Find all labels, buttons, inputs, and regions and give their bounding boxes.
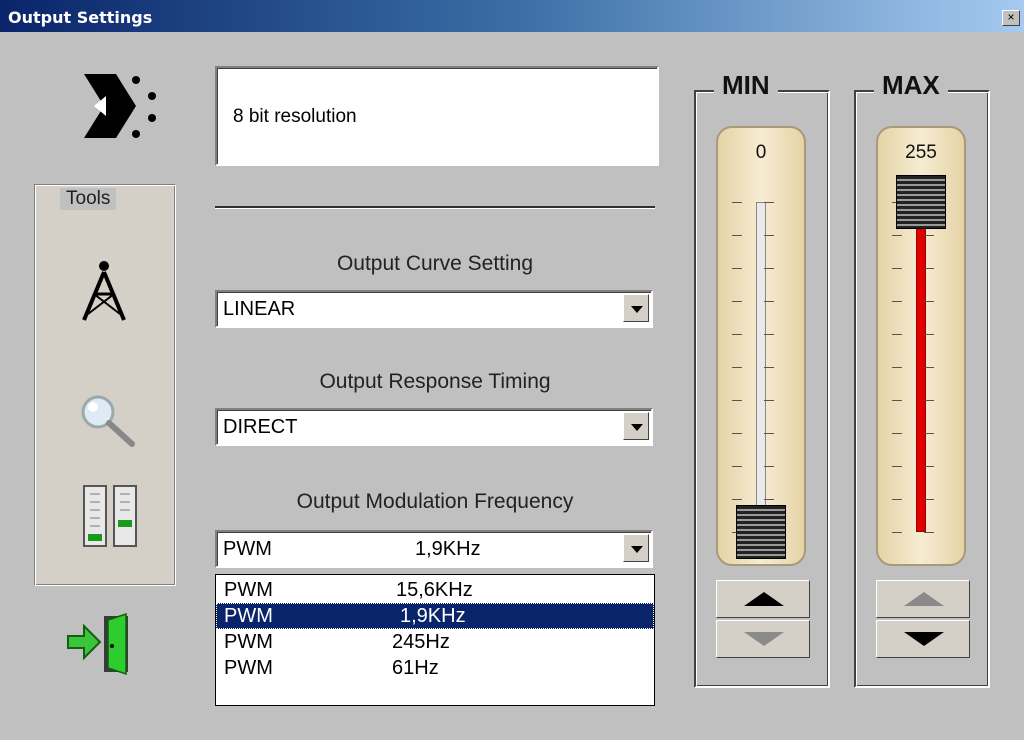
slider-tick [764,433,774,434]
resolution-text: 8 bit resolution [233,106,357,127]
slider-tick [732,367,742,368]
slider-tick [732,301,742,302]
max-value: 255 [905,142,937,163]
window-title: Output Settings [8,8,153,27]
slider-tick [892,301,902,302]
min-slider-thumb[interactable] [736,505,786,559]
modulation-select[interactable]: PWM 1,9KHz [215,530,653,568]
curve-label: Output Curve Setting [336,252,534,275]
modulation-value-type: PWM [223,538,272,560]
divider [215,206,655,209]
slider-tick [764,268,774,269]
dropdown-option[interactable]: PWM 15,6KHz [216,577,654,603]
slider-tick [732,499,742,500]
magnifier-icon[interactable] [76,392,140,448]
tools-legend: Tools [60,188,117,210]
slider-tick [924,235,934,236]
slider-tick [892,466,902,467]
slider-tick [732,466,742,467]
slider-tick [924,466,934,467]
slider-tick [892,400,902,401]
slider-tick [892,433,902,434]
slider-tick [764,301,774,302]
slider-tick [764,202,774,203]
modulation-value-freq: 1,9KHz [415,538,481,560]
modulation-label: Output Modulation Frequency [296,490,574,513]
slider-tick [892,367,902,368]
max-label: MAX [874,70,948,101]
exit-door-icon[interactable] [64,612,138,676]
modulation-dropdown-button[interactable] [623,534,649,562]
slider-tick [732,202,742,203]
curve-dropdown-button[interactable] [623,294,649,322]
slider-tick [892,268,902,269]
slider-tick [764,400,774,401]
info-box: 8 bit resolution [215,66,659,166]
dropdown-option[interactable]: PWM 245Hz [216,629,654,655]
slider-tick [732,400,742,401]
min-label: MIN [714,70,778,101]
slider-tick [924,499,934,500]
max-down-button[interactable] [876,620,970,658]
dropdown-option[interactable]: PWM 61Hz [216,655,654,681]
slider-tick [764,499,774,500]
slider-tick [892,235,902,236]
slider-tick [924,367,934,368]
min-track-panel: 0 [716,126,806,566]
slider-tick [732,268,742,269]
slider-tick [924,532,934,533]
curve-value: LINEAR [223,298,296,320]
slider-tick [764,235,774,236]
slider-tick [924,433,934,434]
slider-tick [924,334,934,335]
slider-tick [764,466,774,467]
slider-tick [892,532,902,533]
timing-select[interactable]: DIRECT [215,408,653,446]
slider-tick [924,400,934,401]
min-value: 0 [755,142,767,163]
curve-select[interactable]: LINEAR [215,290,653,328]
close-button[interactable]: × [1002,10,1020,26]
max-track-panel: 255 [876,126,966,566]
slider-tick [732,433,742,434]
antenna-tower-icon[interactable] [76,258,132,322]
max-up-button[interactable] [876,580,970,618]
slider-tick [892,334,902,335]
slider-tick [732,235,742,236]
slider-tick [924,268,934,269]
slider-tick [764,334,774,335]
title-bar: Output Settings × [0,0,1024,32]
slider-tick [892,499,902,500]
timing-label: Output Response Timing [319,370,551,393]
timing-value: DIRECT [223,416,298,438]
max-slider-thumb[interactable] [896,175,946,229]
min-up-button[interactable] [716,580,810,618]
min-down-button[interactable] [716,620,810,658]
slider-tick [764,367,774,368]
dropdown-option-selected[interactable]: PWM 1,9KHz [216,603,654,629]
slider-tick [924,301,934,302]
level-meter-icon[interactable] [82,484,140,548]
slider-tick [732,334,742,335]
app-logo-icon [84,74,156,138]
timing-dropdown-button[interactable] [623,412,649,440]
modulation-dropdown-list: PWM 15,6KHz PWM 1,9KHz PWM 245Hz PWM 61H… [215,574,655,706]
